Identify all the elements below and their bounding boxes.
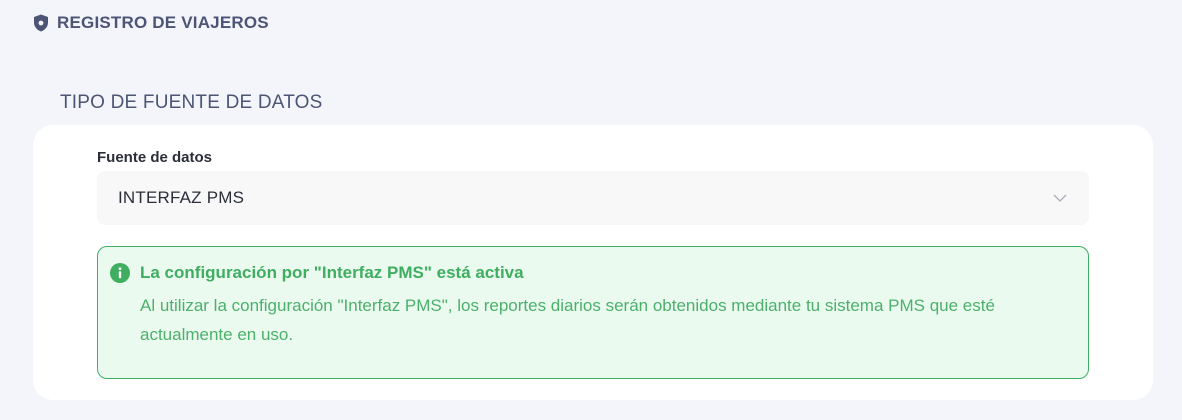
data-source-card: Fuente de datos INTERFAZ PMS La configur… (33, 125, 1153, 400)
data-source-label: Fuente de datos (97, 149, 213, 166)
section-title: TIPO DE FUENTE DE DATOS (60, 92, 323, 113)
chevron-down-icon (1053, 191, 1067, 205)
alert-message: Al utilizar la configuración "Interfaz P… (140, 296, 995, 344)
info-icon (110, 263, 130, 283)
page-title: REGISTRO DE VIAJEROS (57, 13, 269, 32)
data-source-select[interactable]: INTERFAZ PMS (97, 171, 1089, 225)
shield-icon (33, 14, 49, 32)
page-header: REGISTRO DE VIAJEROS (33, 12, 269, 34)
pms-active-alert: La configuración por "Interfaz PMS" está… (97, 246, 1089, 379)
alert-title: La configuración por "Interfaz PMS" está… (140, 263, 524, 282)
data-source-selected-value: INTERFAZ PMS (118, 188, 245, 207)
alert-body: La configuración por "Interfaz PMS" está… (140, 263, 1070, 378)
